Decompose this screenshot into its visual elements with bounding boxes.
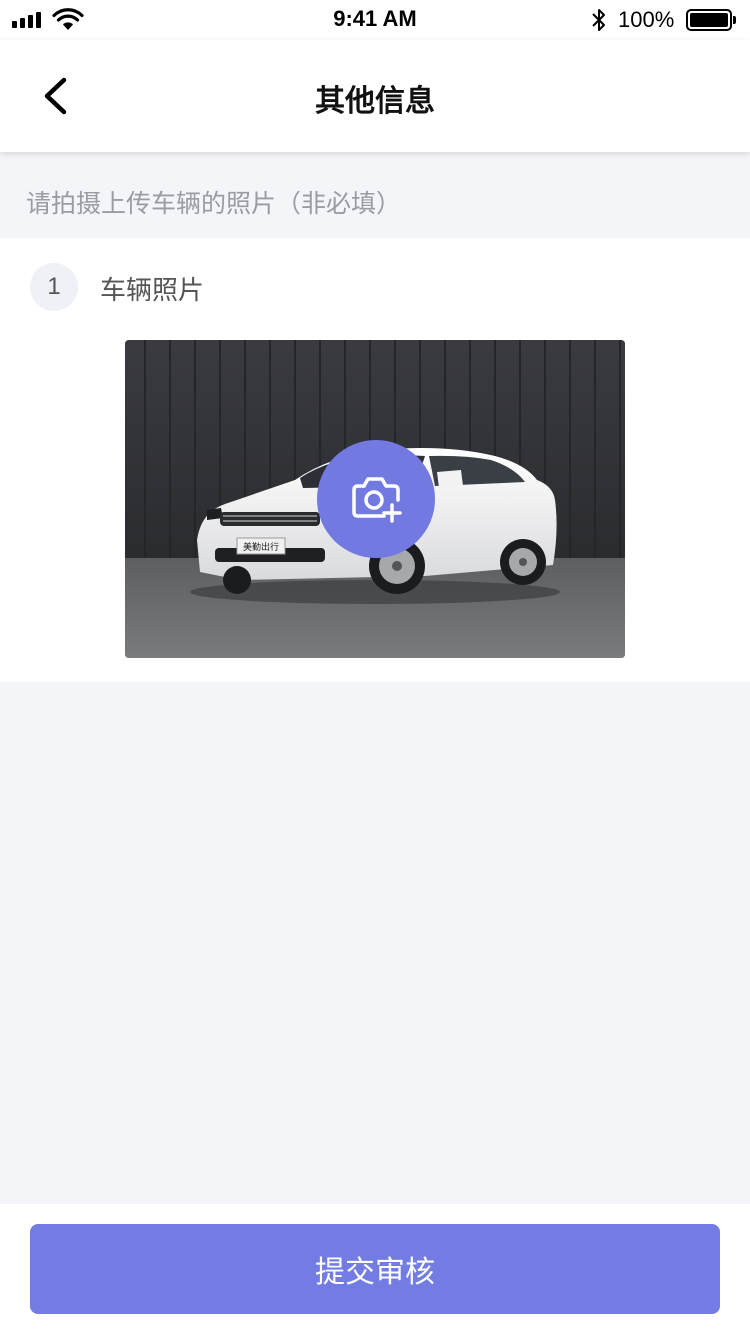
bluetooth-icon — [592, 9, 605, 31]
page-title: 其他信息 — [315, 84, 435, 119]
status-bar: 9:41 AM 100% — [0, 0, 750, 40]
vehicle-photo-upload[interactable]: 美勤出行 — [125, 340, 625, 658]
page: 9:41 AM 100% 其他信息 请拍摄上传车辆的照片（非必填） 1 车辆照片 — [0, 0, 750, 1334]
battery-cap — [733, 16, 736, 24]
battery-percentage: 100% — [618, 7, 675, 32]
license-plate-text: 美勤出行 — [243, 541, 279, 553]
vehicle-photo-label: 车辆照片 — [100, 276, 205, 306]
add-photo-button[interactable] — [317, 440, 435, 558]
submit-review-button[interactable]: 提交审核 — [30, 1224, 720, 1314]
hint-text: 请拍摄上传车辆的照片（非必填） — [26, 189, 402, 218]
navigation-bar: 其他信息 — [0, 40, 750, 152]
camera-plus-icon — [352, 477, 402, 523]
vehicle-photo-card: 1 车辆照片 美勤出行 — [0, 238, 750, 682]
battery-icon — [686, 9, 732, 31]
hint-bar: 请拍摄上传车辆的照片（非必填） — [0, 152, 750, 238]
bottom-action-bar: 提交审核 — [0, 1204, 750, 1334]
step-number-badge: 1 — [30, 263, 78, 311]
